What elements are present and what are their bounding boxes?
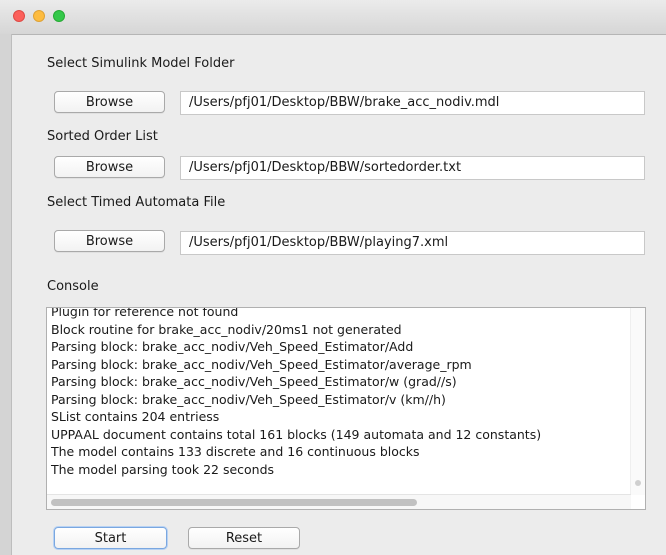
console-line: Parsing block: brake_acc_nodiv/Veh_Speed… (51, 339, 414, 354)
sorted-order-path-field[interactable]: /Users/pfj01/Desktop/BBW/sortedorder.txt (180, 156, 645, 180)
model-path-field[interactable]: /Users/pfj01/Desktop/BBW/brake_acc_nodiv… (180, 91, 645, 115)
console-text: Plugin for reference not found Block rou… (51, 307, 627, 478)
console-vertical-scrollbar[interactable] (630, 308, 645, 495)
console-line: UPPAAL document contains total 161 block… (51, 426, 542, 442)
automata-file-label: Select Timed Automata File (47, 195, 226, 210)
window-left-edge (0, 34, 12, 555)
browse-automata-button[interactable]: Browse (54, 230, 165, 252)
app-window: Select Simulink Model Folder Browse /Use… (0, 0, 666, 555)
console-label: Console (47, 279, 99, 294)
console-line: SList contains 204 entriess (51, 409, 220, 424)
minimize-window-button[interactable] (33, 10, 45, 22)
close-window-button[interactable] (13, 10, 25, 22)
console-line: Parsing block: brake_acc_nodiv/Veh_Speed… (51, 391, 446, 407)
zoom-window-button[interactable] (53, 10, 65, 22)
console-line: Parsing block: brake_acc_nodiv/Veh_Speed… (51, 356, 472, 372)
console-line: Plugin for reference not found (51, 307, 239, 319)
console-line: The model parsing took 22 seconds (51, 461, 275, 477)
console-line: Parsing block: brake_acc_nodiv/Veh_Speed… (51, 374, 457, 389)
horizontal-scroll-thumb[interactable] (51, 499, 417, 506)
console-output[interactable]: Plugin for reference not found Block rou… (46, 307, 646, 510)
model-folder-label: Select Simulink Model Folder (47, 56, 235, 71)
reset-button[interactable]: Reset (188, 527, 300, 549)
title-bar (0, 0, 666, 35)
scroll-corner-dot (635, 480, 641, 486)
console-line: The model contains 133 discrete and 16 c… (51, 444, 420, 459)
console-horizontal-scrollbar[interactable] (47, 494, 631, 509)
browse-model-button[interactable]: Browse (54, 91, 165, 113)
sorted-order-label: Sorted Order List (47, 129, 158, 144)
start-button[interactable]: Start (54, 527, 167, 549)
automata-path-field[interactable]: /Users/pfj01/Desktop/BBW/playing7.xml (180, 231, 645, 255)
browse-sorted-order-button[interactable]: Browse (54, 156, 165, 178)
console-line: Block routine for brake_acc_nodiv/20ms1 … (51, 321, 402, 337)
